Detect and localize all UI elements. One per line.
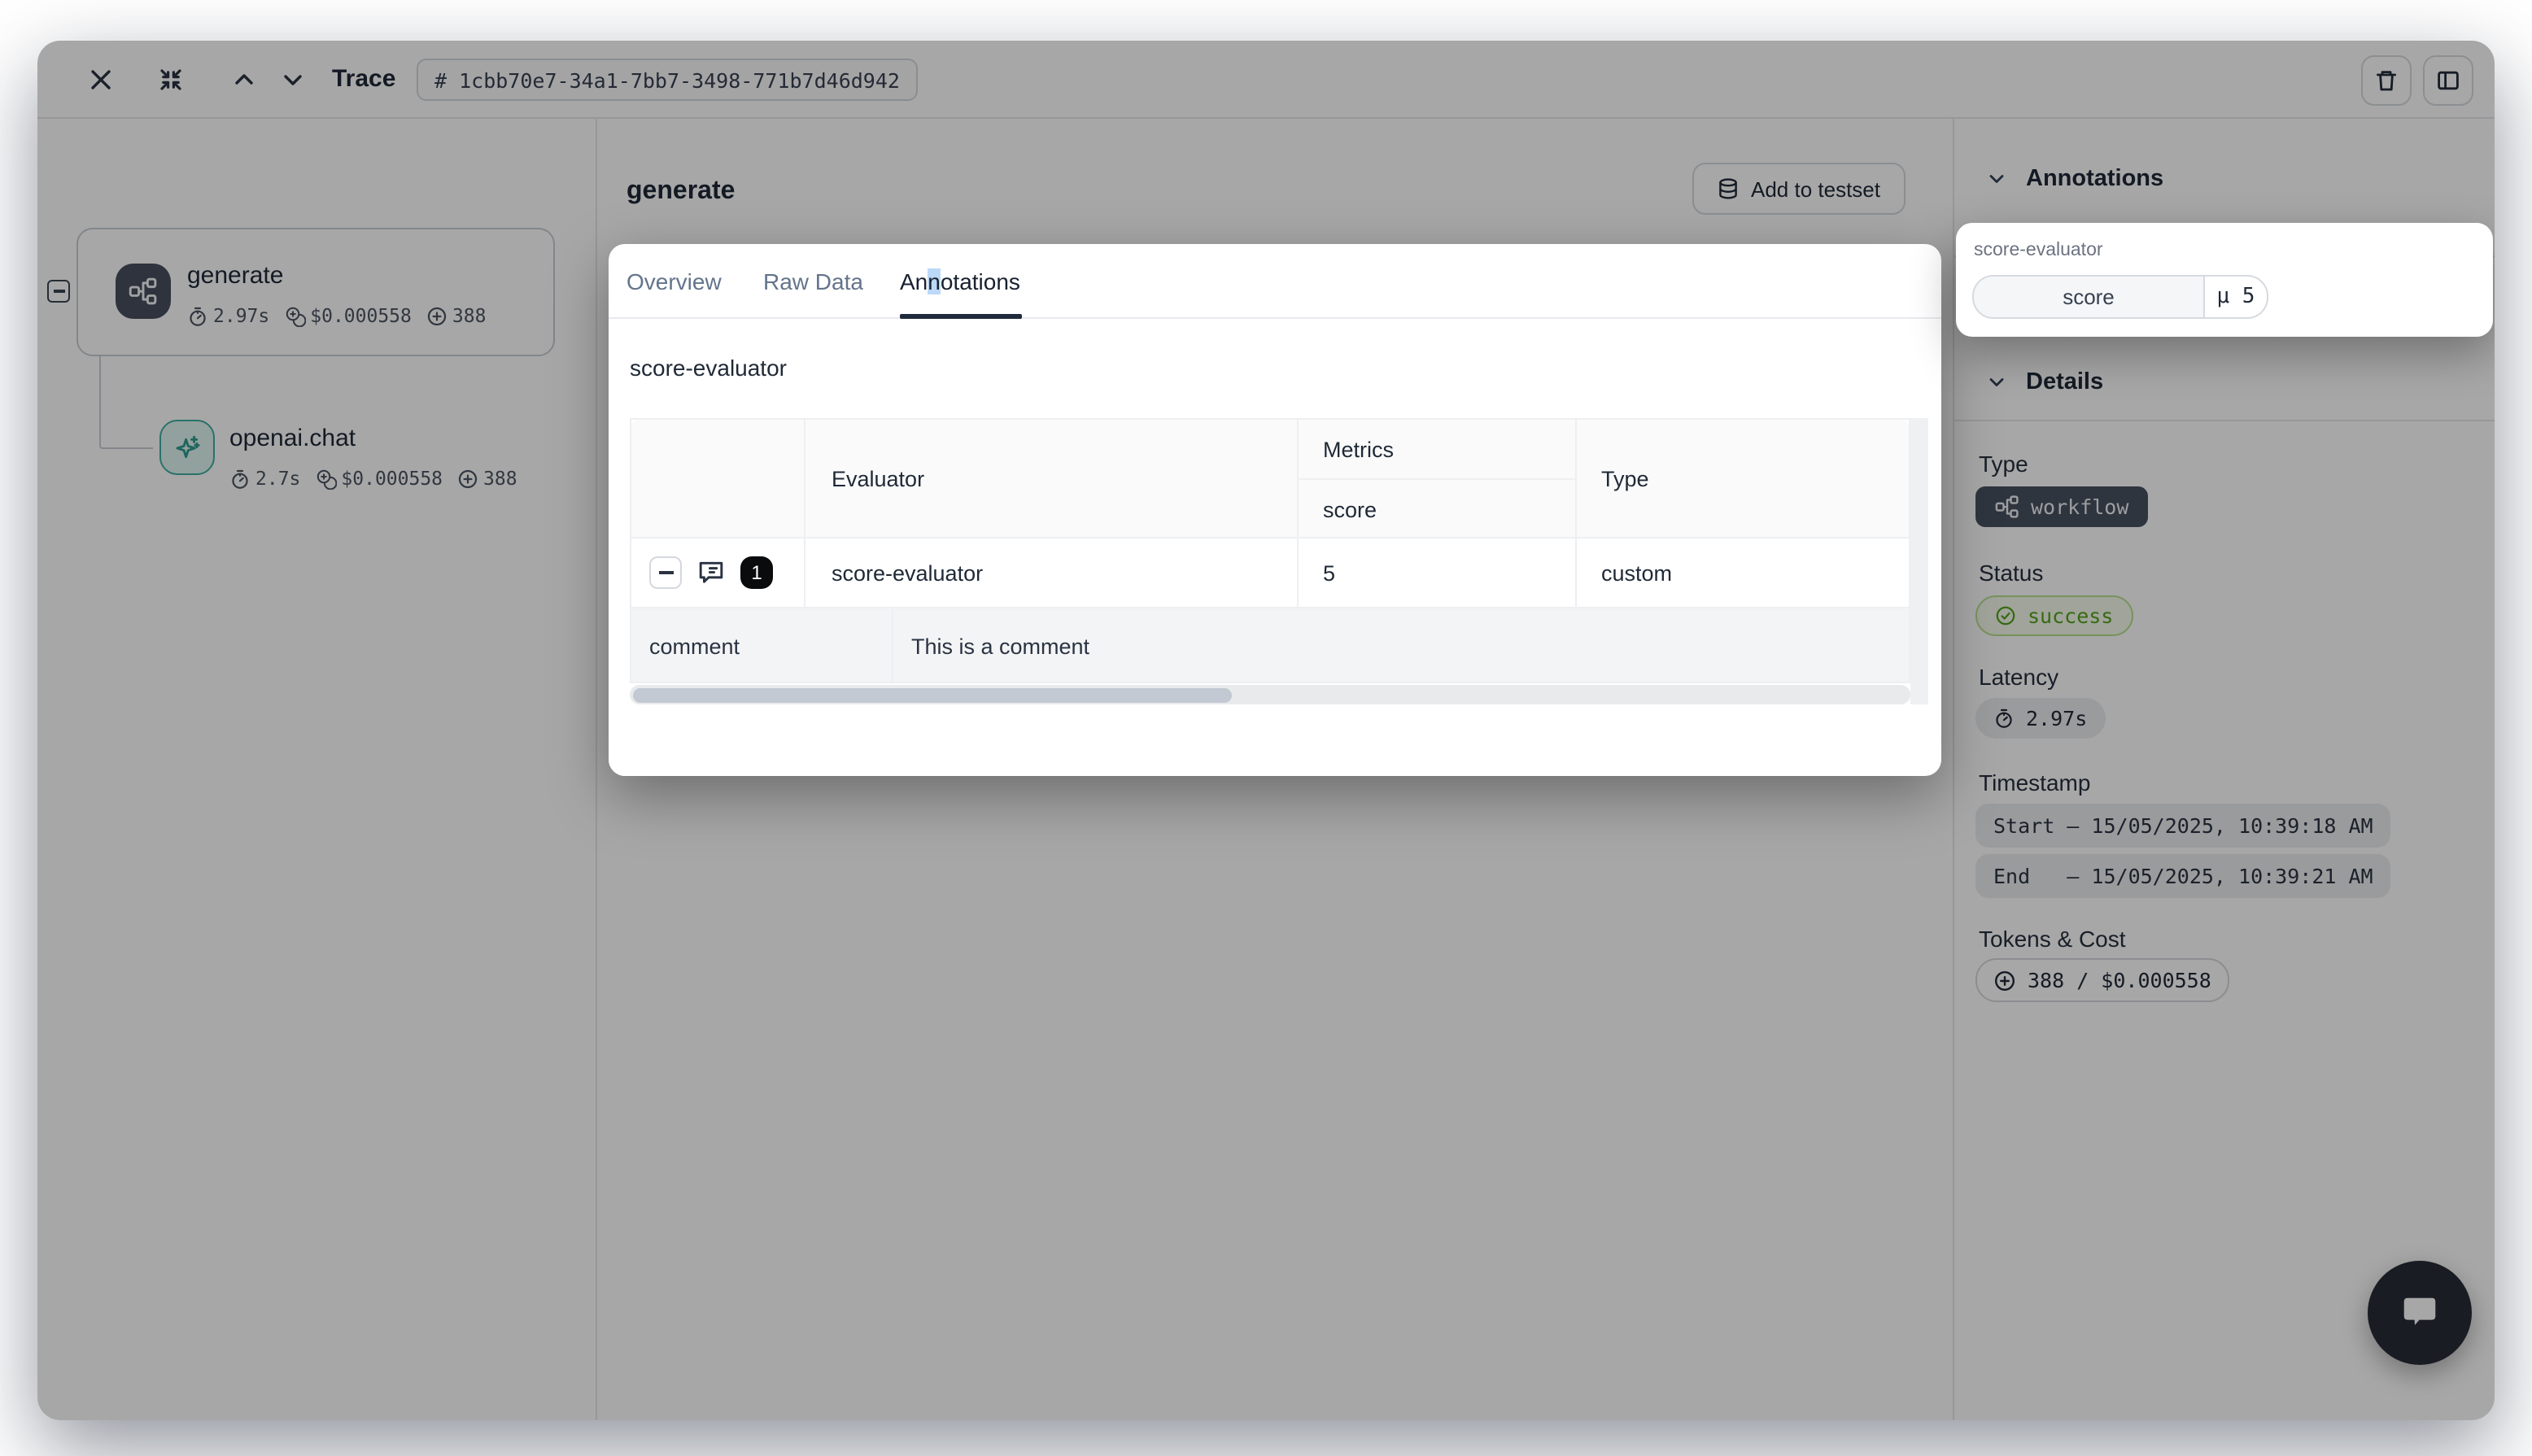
evaluator-section-title: score-evaluator [630,355,787,381]
annotation-evaluator-card: score-evaluator score μ 5 [1956,223,2493,337]
desktop-background: Trace # 1cbb70e7-34a1-7bb7-3498-771b7d46… [0,0,2532,1456]
col-header-score[interactable]: score [1297,480,1575,538]
annotations-tab-panel: Overview Raw Data Annotations score-eval… [609,244,1941,776]
tab-raw-data[interactable]: Raw Data [763,244,863,319]
table-vertical-scrollbar[interactable] [1910,418,1928,704]
annotations-table: Evaluator Metrics score Type 1 score-eva… [630,418,1910,683]
metric-mean-badge[interactable]: μ 5 [2203,275,2268,319]
row-type: custom [1575,538,1910,608]
comment-key-cell: comment [630,608,892,683]
collapse-row-toggle[interactable] [649,556,682,589]
trace-drawer-window: Trace # 1cbb70e7-34a1-7bb7-3498-771b7d46… [37,41,2495,1420]
comment-count-badge: 1 [740,556,773,589]
col-header-type[interactable]: Type [1575,418,1910,538]
active-tab-underline [900,314,1022,319]
col-header-evaluator[interactable]: Evaluator [805,418,1297,538]
comment-value-cell: This is a comment [892,608,1910,683]
col-header-metrics[interactable]: Metrics [1297,418,1575,480]
annotation-evaluator-name: score-evaluator [1974,241,2103,260]
tab-overview[interactable]: Overview [626,244,722,319]
table-horizontal-scrollbar[interactable] [630,685,1910,704]
span-tabs: Overview Raw Data Annotations [609,244,1941,319]
row-score: 5 [1297,538,1575,608]
row-evaluator: score-evaluator [805,538,1297,608]
text-selection-highlight: n [928,268,941,294]
tab-annotations[interactable]: Annotations [900,244,1020,319]
comment-icon[interactable] [696,558,726,587]
row-actions: 1 [649,556,773,589]
scrollbar-thumb[interactable] [633,687,1232,702]
metric-control: score μ 5 [1972,275,2268,319]
metric-name-field[interactable]: score [1972,275,2205,319]
